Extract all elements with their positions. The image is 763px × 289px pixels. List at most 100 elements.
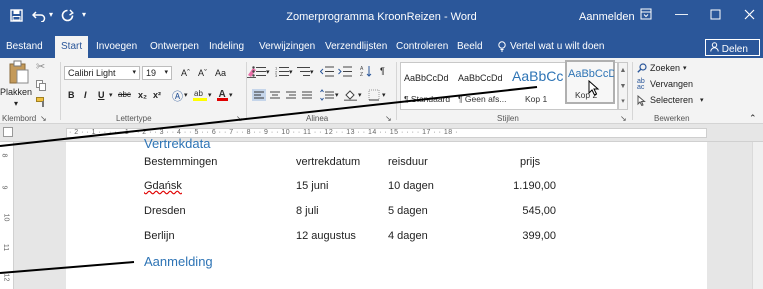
table-header-departure[interactable]: vertrekdatum [296,156,360,168]
text-effects-icon[interactable]: Ⓐ [172,88,183,104]
gallery-up-icon[interactable]: ▲ [619,63,627,79]
find-button[interactable]: Zoeken [650,63,680,73]
change-case-button[interactable]: Aa [215,68,226,78]
paragraph-launcher-icon[interactable]: ↘ [385,114,392,123]
replace-button[interactable]: Vervangen [650,79,693,89]
increase-indent-icon[interactable] [338,66,352,79]
tab-layout[interactable]: Indeling [209,41,244,52]
ribbon-display-options-icon[interactable] [640,8,652,23]
share-button[interactable]: Delen [705,39,760,56]
heading-aanmelding[interactable]: Aanmelding [144,254,213,269]
tab-design[interactable]: Ontwerpen [150,41,199,52]
styles-gallery-scroll[interactable]: ▲ ▼ ▾ [618,62,628,110]
table-cell-price[interactable]: 1.190,00 [496,180,556,192]
underline-button[interactable]: U [98,90,105,100]
line-spacing-dropdown-icon[interactable]: ▾ [335,91,339,99]
show-formatting-button[interactable]: ¶ [380,66,385,76]
cut-icon[interactable]: ✂ [36,60,45,73]
justify-icon[interactable] [301,89,313,103]
select-button[interactable]: Selecteren [650,95,693,105]
table-cell-date[interactable]: 8 juli [296,205,319,217]
style-preview-normal[interactable]: AaBbCcDd [404,73,449,83]
table-cell-duration[interactable]: 5 dagen [388,205,428,217]
font-size-dropdown-icon[interactable]: ▾ [164,68,168,76]
format-painter-icon[interactable] [36,97,47,109]
tab-review[interactable]: Controleren [396,41,448,52]
tab-insert[interactable]: Invoegen [96,41,137,52]
select-dropdown-icon[interactable]: ▾ [700,96,704,104]
tab-file[interactable]: Bestand [6,41,43,52]
gallery-down-icon[interactable]: ▼ [619,79,627,95]
table-cell-destination[interactable]: Gdańsk [144,180,182,192]
align-right-icon[interactable] [285,89,297,103]
line-spacing-icon[interactable] [320,89,334,103]
font-color-dropdown-icon[interactable]: ▾ [229,91,233,99]
document-page[interactable]: Vertrekdata Bestemmingen vertrekdatum re… [66,136,707,289]
table-cell-destination[interactable]: Berlijn [144,230,175,242]
sort-icon[interactable]: AZ [360,65,372,79]
decrease-indent-icon[interactable] [319,66,334,79]
shading-dropdown-icon[interactable]: ▾ [358,91,362,99]
underline-dropdown-icon[interactable]: ▾ [109,91,113,99]
table-header-duration[interactable]: reisduur [388,156,428,168]
borders-dropdown-icon[interactable]: ▾ [382,91,386,99]
style-preview-heading-2[interactable]: AaBbCcD [568,68,614,80]
superscript-button[interactable]: x² [153,90,161,100]
heading-vertrekdata[interactable]: Vertrekdata [144,136,211,151]
minimize-icon[interactable]: — [675,6,688,21]
lightbulb-icon[interactable] [497,41,507,55]
clipboard-launcher-icon[interactable]: ↘ [40,114,47,123]
tab-home[interactable]: Start [55,36,89,58]
grow-font-button[interactable]: Aˆ [181,68,190,78]
table-header-price[interactable]: prijs [520,156,540,168]
font-size-combo[interactable]: 19 ▾ [142,66,172,80]
paste-button[interactable]: Plakken [0,87,32,97]
shading-icon[interactable] [344,89,357,103]
vertical-scrollbar[interactable] [752,142,763,289]
subscript-button[interactable]: x₂ [138,90,147,100]
font-launcher-icon[interactable]: ↘ [236,114,243,123]
table-cell-price[interactable]: 399,00 [496,230,556,242]
multilevel-list-icon[interactable] [296,66,310,79]
table-header-destinations[interactable]: Bestemmingen [144,156,217,168]
tab-mailings[interactable]: Verzendlijsten [325,41,387,52]
strikethrough-button[interactable]: abc [118,90,131,99]
table-cell-duration[interactable]: 4 dagen [388,230,428,242]
shrink-font-button[interactable]: Aˇ [198,68,207,78]
close-icon[interactable] [744,8,755,23]
table-cell-date[interactable]: 15 juni [296,180,328,192]
tab-selector-icon[interactable] [3,127,13,137]
tell-me-input[interactable]: Vertel wat u wilt doen [510,41,605,52]
tab-references[interactable]: Verwijzingen [259,41,315,52]
paste-dropdown-icon[interactable]: ▾ [14,99,18,108]
gallery-more-icon[interactable]: ▾ [619,95,627,109]
vertical-ruler[interactable]: 8 9 10 11 12 [0,142,14,289]
table-cell-destination[interactable]: Dresden [144,205,186,217]
horizontal-ruler[interactable]: · 2 · · 1 · · · · · 1 · · 2 · · 3 · · 4 … [0,124,763,142]
font-color-icon[interactable]: A [217,88,228,103]
select-icon[interactable] [637,94,647,108]
style-heading-2-selected[interactable]: AaBbCcD Kop 2 [565,60,615,104]
font-family-dropdown-icon[interactable]: ▾ [132,68,136,76]
table-cell-date[interactable]: 12 augustus [296,230,356,242]
align-left-icon[interactable] [252,89,266,103]
table-cell-price[interactable]: 545,00 [496,205,556,217]
bullets-icon[interactable] [252,66,266,79]
multilevel-dropdown-icon[interactable]: ▾ [310,68,314,76]
table-cell-duration[interactable]: 10 dagen [388,180,434,192]
find-dropdown-icon[interactable]: ▾ [683,64,687,72]
bullets-dropdown-icon[interactable]: ▾ [266,68,270,76]
borders-icon[interactable] [368,89,380,103]
text-effects-dropdown-icon[interactable]: ▾ [184,91,188,99]
collapse-ribbon-icon[interactable]: ⌃ [749,113,757,124]
maximize-icon[interactable] [710,8,721,23]
font-family-combo[interactable]: Calibri Light ▾ [64,66,140,80]
find-icon[interactable] [637,63,647,75]
numbering-dropdown-icon[interactable]: ▾ [289,68,293,76]
highlight-dropdown-icon[interactable]: ▾ [208,91,212,99]
copy-icon[interactable] [36,80,46,93]
sign-in-link[interactable]: Aanmelden [579,11,635,23]
tab-view[interactable]: Beeld [457,41,483,52]
styles-launcher-icon[interactable]: ↘ [620,114,627,123]
bold-button[interactable]: B [68,90,75,100]
